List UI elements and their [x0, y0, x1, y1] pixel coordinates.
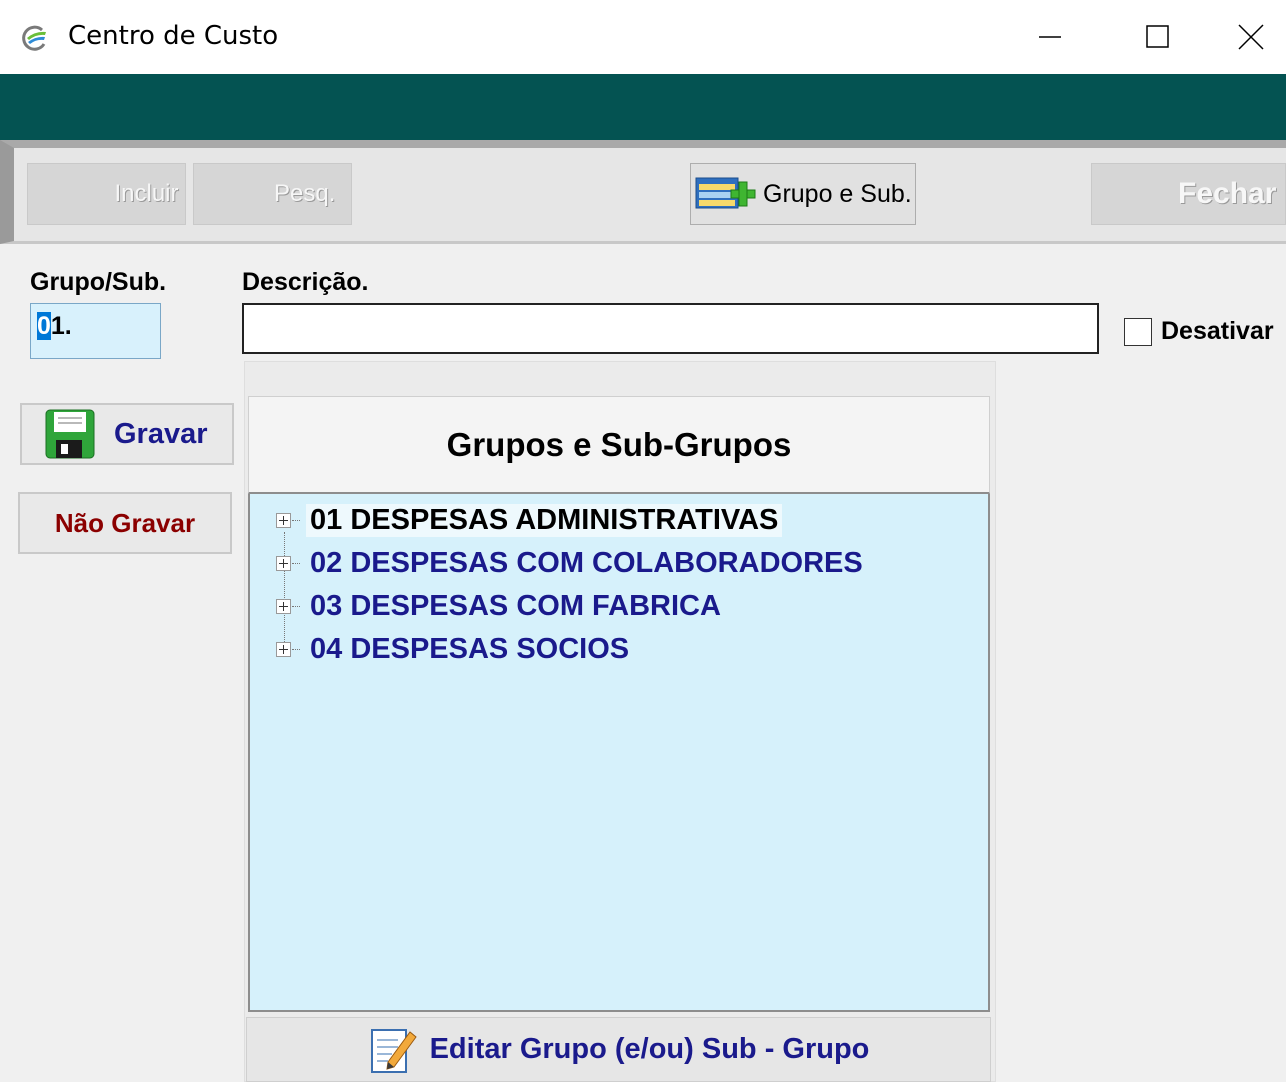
desativar-label: Desativar — [1161, 317, 1274, 345]
gravar-label: Gravar — [114, 417, 208, 450]
editar-grupo-label: Editar Grupo (e/ou) Sub - Grupo — [429, 1033, 870, 1065]
gravar-button[interactable]: Gravar — [20, 403, 234, 465]
fechar-button[interactable]: Fechar — [1091, 163, 1286, 225]
minimize-button[interactable] — [1010, 0, 1090, 74]
expand-plus-icon[interactable] — [276, 641, 291, 657]
app-icon — [22, 25, 46, 51]
tree-item-label: 02 DESPESAS COM COLABORADORES — [310, 546, 863, 579]
tree-item-label: 01 DESPESAS ADMINISTRATIVAS — [306, 503, 783, 537]
minimize-icon — [1039, 36, 1061, 38]
tree-item-label: 03 DESPESAS COM FABRICA — [310, 589, 721, 622]
tree-connector — [292, 648, 300, 650]
add-table-icon — [695, 177, 756, 209]
maximize-icon — [1146, 25, 1169, 48]
expand-plus-icon[interactable] — [276, 555, 291, 571]
expand-plus-icon[interactable] — [276, 598, 291, 614]
maximize-button[interactable] — [1118, 0, 1198, 74]
floppy-save-icon — [45, 409, 95, 459]
nao-gravar-button[interactable]: Não Gravar — [18, 492, 232, 554]
incluir-label: Incluir — [114, 180, 179, 207]
editar-grupo-button[interactable]: Editar Grupo (e/ou) Sub - Grupo — [246, 1017, 991, 1082]
pesquisar-button[interactable]: Pesq. — [193, 163, 352, 225]
close-button[interactable] — [1215, 0, 1286, 74]
grupo-sub-label: Grupo e Sub. — [763, 179, 912, 208]
tree-connector — [292, 519, 300, 521]
pesquisar-label: Pesq. — [274, 180, 336, 207]
descricao-input[interactable] — [242, 303, 1099, 354]
edit-document-icon — [370, 1028, 417, 1073]
close-icon — [1237, 24, 1264, 50]
grupo-sub-button[interactable]: Grupo e Sub. — [690, 163, 916, 225]
tree-view[interactable]: 01 DESPESAS ADMINISTRATIVAS 02 DESPESAS … — [248, 494, 990, 1012]
fechar-label: Fechar — [1178, 177, 1277, 210]
incluir-button[interactable]: Incluir — [27, 163, 186, 225]
tree-item-01[interactable]: 01 DESPESAS ADMINISTRATIVAS — [276, 500, 783, 540]
tree-item-04[interactable]: 04 DESPESAS SOCIOS — [276, 629, 633, 669]
window-title: Centro de Custo — [68, 21, 279, 51]
expand-plus-icon[interactable] — [276, 512, 291, 528]
tree-item-label: 04 DESPESAS SOCIOS — [310, 632, 630, 665]
grupo-sub-input[interactable]: 01. — [30, 303, 161, 359]
tree-connector — [292, 605, 300, 607]
tree-item-03[interactable]: 03 DESPESAS COM FABRICA — [276, 586, 725, 626]
nao-gravar-label: Não Gravar — [54, 507, 196, 538]
grupo-sub-label: Grupo/Sub. — [30, 268, 167, 296]
grupo-input-text: 1. — [50, 312, 72, 340]
tree-connector — [292, 562, 300, 564]
tree-panel-title: Grupos e Sub-Grupos — [248, 396, 990, 494]
desativar-checkbox[interactable] — [1124, 318, 1152, 346]
header-band — [0, 74, 1286, 140]
grupo-input-selected-text: 0 — [37, 312, 51, 340]
tree-item-02[interactable]: 02 DESPESAS COM COLABORADORES — [276, 543, 867, 583]
descricao-label: Descrição. — [242, 268, 369, 296]
